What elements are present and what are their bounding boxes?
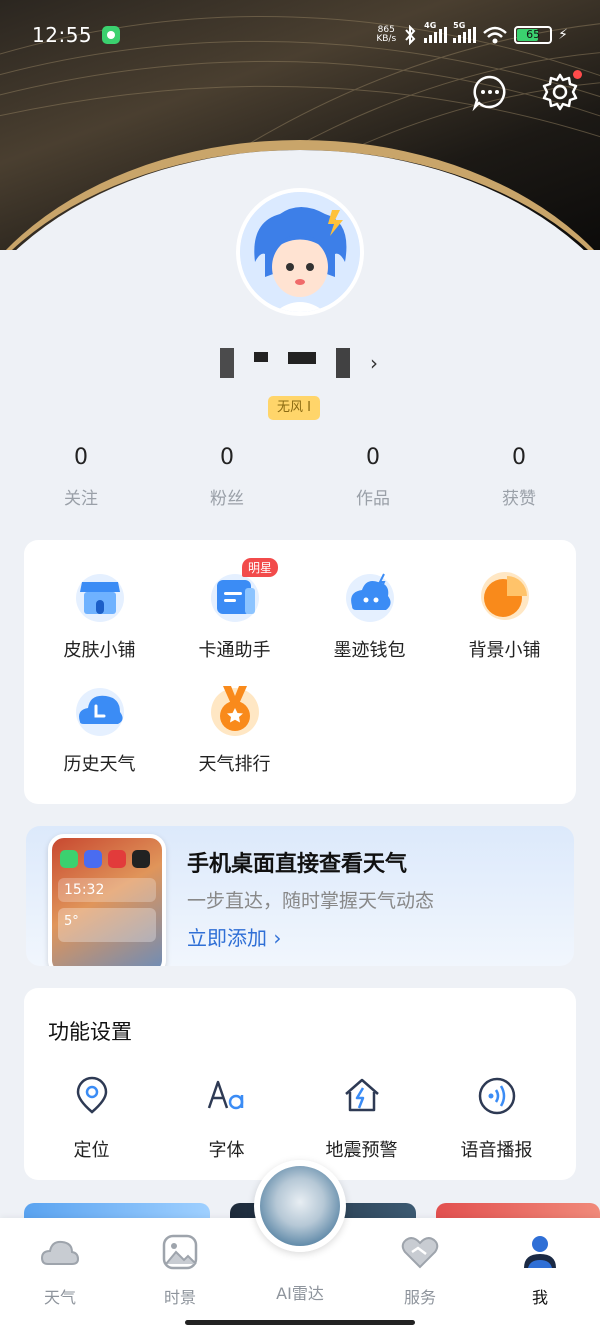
signal-4g-icon: 4G [424, 21, 448, 43]
heart-handshake-icon [401, 1237, 439, 1269]
promo-subtitle: 一步直达，随时掌握天气动态 [187, 890, 435, 912]
bluetooth-icon [405, 25, 416, 45]
setting-font[interactable]: 字体 [159, 1076, 294, 1162]
desktop-widget-promo[interactable]: 15:32 5° 手机桌面直接查看天气 一步直达，随时掌握天气动态 立即添加 › [26, 826, 574, 966]
setting-earthquake-alert[interactable]: 地震预警 [294, 1076, 429, 1162]
wifi-icon [483, 26, 507, 44]
history-weather-icon [75, 688, 124, 736]
widget-phone-preview: 15:32 5° [48, 834, 166, 966]
cloud-icon [40, 1240, 80, 1265]
function-settings-card: 功能设置 定位 字体 地震预警 语音播报 [24, 988, 576, 1180]
nav-weather[interactable]: 天气 [0, 1232, 120, 1308]
username-blurred [220, 348, 234, 378]
widget-temp: 5° [58, 908, 156, 942]
signal-5g-icon: 5G [453, 21, 477, 43]
message-button[interactable] [470, 72, 510, 112]
tool-weather-ranking[interactable]: 天气排行 [167, 682, 302, 776]
stat-works[interactable]: 0 作品 [300, 445, 446, 509]
stat-followers[interactable]: 0 粉丝 [154, 445, 300, 509]
battery-icon: 65 [514, 26, 553, 44]
home-indicator[interactable] [185, 1320, 415, 1325]
user-icon [524, 1236, 556, 1268]
wallet-icon [345, 573, 394, 622]
network-speed: 865 KB/s [376, 25, 397, 44]
font-icon [207, 1080, 243, 1110]
ai-radar-orb-button[interactable] [254, 1160, 346, 1252]
avatar[interactable] [236, 188, 364, 316]
background-shop-icon [480, 572, 529, 620]
status-indicators: 865 KB/s 4G 5G 65 ⚡ [376, 21, 568, 45]
nav-scenery[interactable]: 时景 [120, 1232, 240, 1308]
status-badge: 无风 I [268, 396, 320, 420]
widget-time: 15:32 [58, 878, 156, 902]
profile-stats: 0 关注 0 粉丝 0 作品 0 获赞 [0, 445, 600, 509]
username[interactable]: › [220, 345, 420, 381]
charging-icon: ⚡ [558, 27, 568, 43]
tool-background-shop[interactable]: 背景小铺 [437, 568, 572, 662]
status-bar: 12:55 865 KB/s 4G 5G 65 ⚡ [0, 0, 600, 70]
setting-voice-broadcast[interactable]: 语音播报 [429, 1076, 564, 1162]
avatar-image [240, 192, 360, 312]
picture-icon [162, 1234, 198, 1270]
add-widget-link[interactable]: 立即添加 › [187, 922, 281, 951]
message-notification-icon [102, 26, 121, 44]
settings-button[interactable] [540, 70, 582, 112]
chevron-right-icon: › [370, 351, 378, 375]
tool-wallet[interactable]: 墨迹钱包 [302, 568, 437, 662]
promo-title: 手机桌面直接查看天气 [187, 852, 408, 877]
tool-history-weather[interactable]: 历史天气 [32, 682, 167, 776]
tool-cartoon-assistant[interactable]: 明星 卡通助手 [167, 558, 302, 662]
shop-icon [75, 574, 124, 622]
tools-card: 皮肤小铺 明星 卡通助手 墨迹钱包 背景小铺 历史天气 天气排行 [24, 540, 576, 804]
star-tag: 明星 [242, 558, 279, 577]
tool-skin-shop[interactable]: 皮肤小铺 [32, 568, 167, 662]
setting-location[interactable]: 定位 [24, 1076, 159, 1162]
header-actions [470, 70, 582, 112]
voice-broadcast-icon [478, 1077, 515, 1115]
nav-services[interactable]: 服务 [360, 1232, 480, 1308]
location-icon [76, 1076, 107, 1114]
earthquake-alert-icon [344, 1078, 379, 1112]
stat-following[interactable]: 0 关注 [8, 445, 154, 509]
ranking-medal-icon [210, 686, 259, 736]
status-time: 12:55 [32, 23, 93, 47]
notification-dot [573, 70, 582, 79]
settings-title: 功能设置 [48, 1020, 132, 1044]
stat-likes[interactable]: 0 获赞 [446, 445, 592, 509]
nav-me[interactable]: 我 [480, 1232, 600, 1308]
chat-bubble-icon [472, 75, 506, 112]
